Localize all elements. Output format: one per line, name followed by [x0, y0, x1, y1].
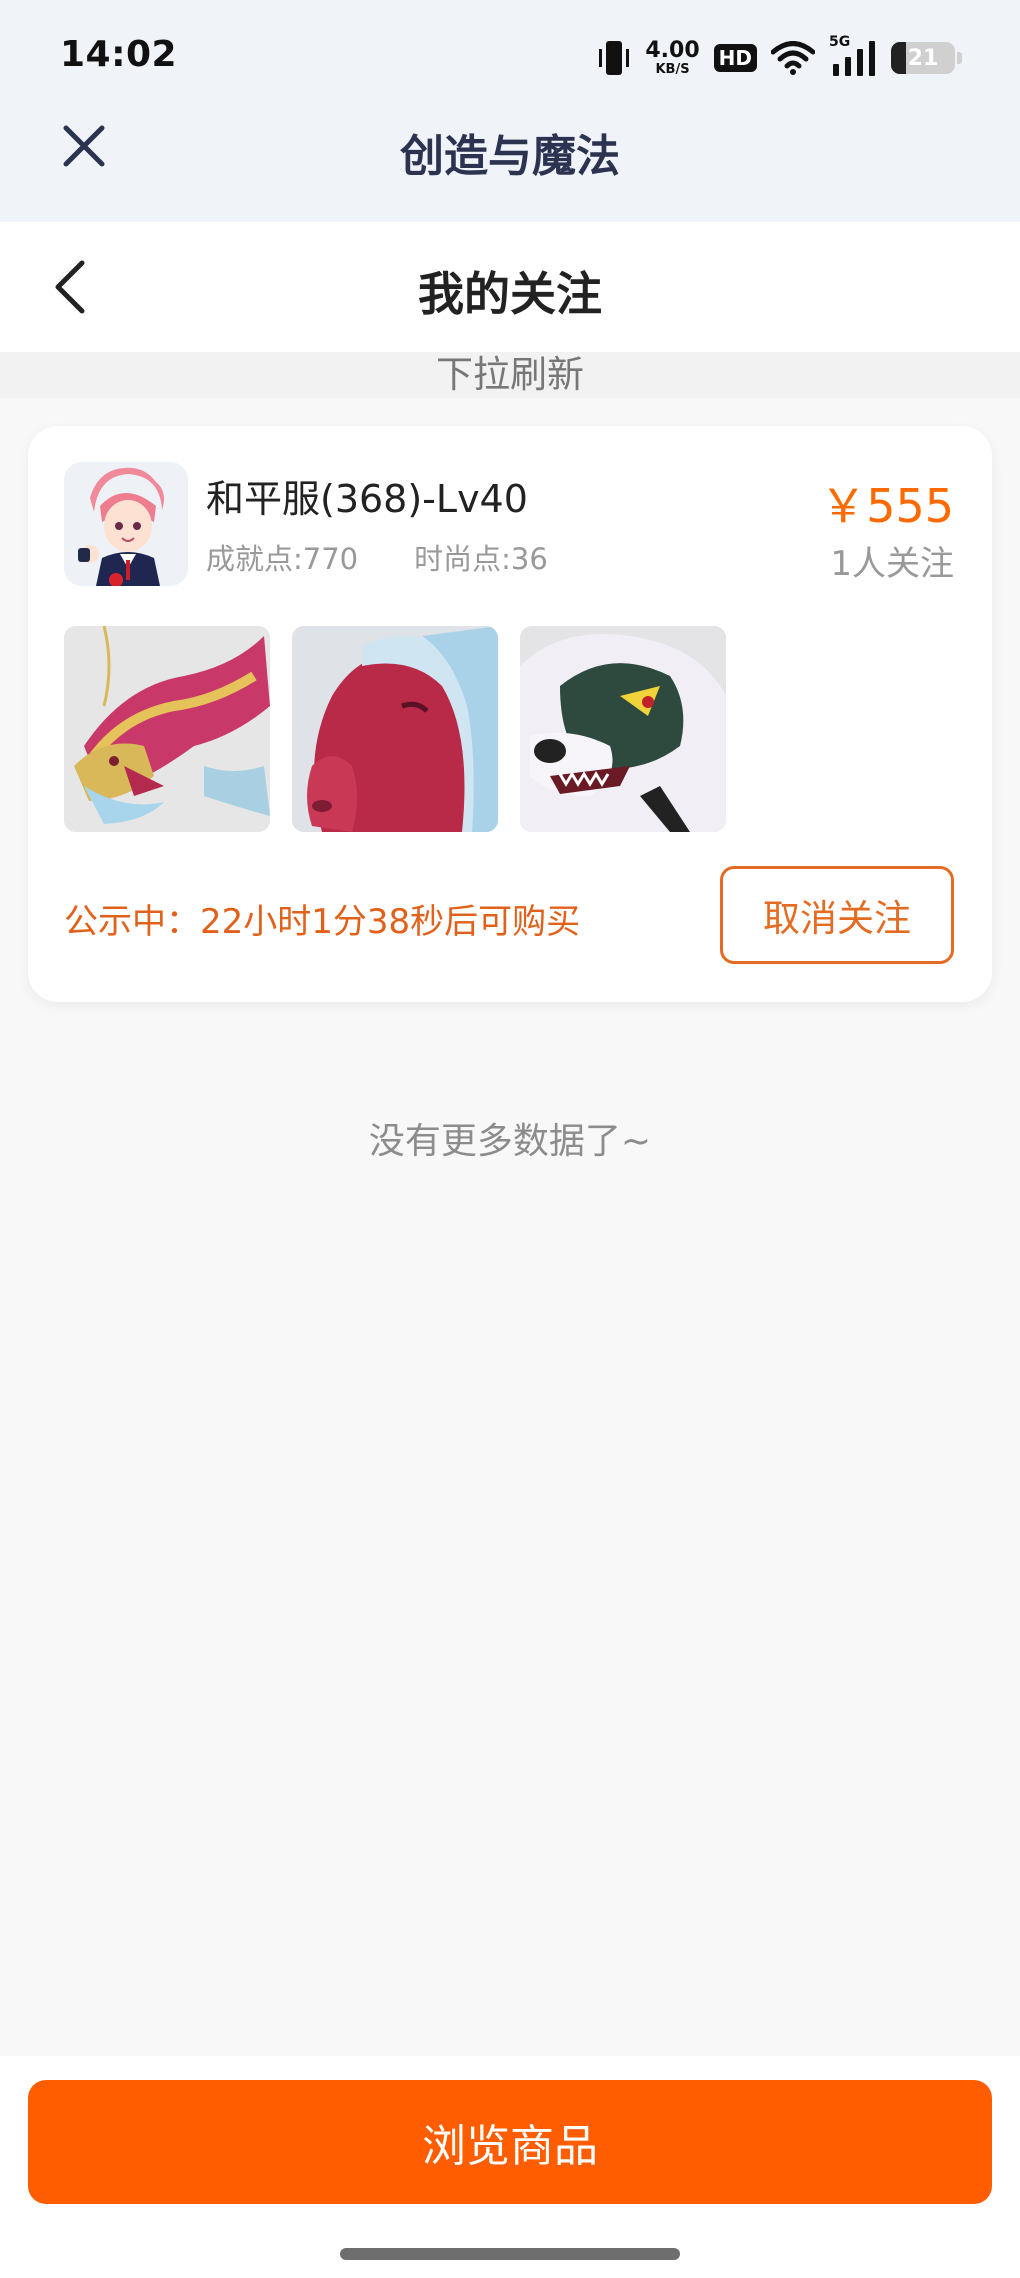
- network-speed-value: 4.00: [645, 38, 700, 63]
- bottom-bar: 浏览商品: [0, 2056, 1020, 2278]
- watchlist-item-card[interactable]: 和平服(368)-Lv40 成就点:770 时尚点:36 ￥555 1人关注 公…: [28, 426, 992, 1002]
- network-speed: 4.00 KB/S: [645, 38, 700, 77]
- home-indicator[interactable]: [340, 2248, 680, 2260]
- app-top-bar: 14:02 4.00 KB/S HD 5G 21 创造与魔法: [0, 0, 1020, 222]
- hd-badge: HD: [713, 44, 757, 72]
- status-time: 14:02: [60, 34, 178, 75]
- unfollow-button[interactable]: 取消关注: [720, 866, 954, 964]
- signal-label: 5G: [829, 34, 851, 50]
- page-header: 我的关注: [0, 222, 1020, 352]
- signal-5g-icon: 5G: [829, 34, 877, 76]
- app-title: 创造与魔法: [400, 131, 620, 182]
- publicity-notice: 公示中：22小时1分38秒后可购买: [64, 902, 581, 942]
- wolf-mount-image[interactable]: [520, 626, 726, 832]
- status-icons: 4.00 KB/S HD 5G 21: [597, 34, 962, 80]
- battery-level: 21: [907, 45, 939, 71]
- network-speed-unit: KB/S: [655, 62, 690, 77]
- browse-products-button[interactable]: 浏览商品: [28, 2080, 992, 2204]
- horse-mount-image[interactable]: [292, 626, 498, 832]
- no-more-data-text: 没有更多数据了~: [368, 1121, 652, 1162]
- achievement-points: 成就点:770: [206, 542, 359, 576]
- item-meta: 成就点:770 时尚点:36: [206, 536, 548, 578]
- page-title: 我的关注: [418, 267, 602, 321]
- battery-cap: [957, 52, 962, 64]
- fashion-points: 时尚点:36: [414, 542, 548, 576]
- item-price: ￥555: [820, 479, 954, 533]
- follower-count: 1人关注: [830, 544, 954, 584]
- character-avatar: [64, 462, 188, 586]
- wifi-icon: [771, 41, 815, 75]
- battery-icon: 21: [891, 42, 955, 74]
- mount-thumbnails: [64, 626, 726, 832]
- vibrate-icon: [597, 39, 631, 77]
- pull-refresh-area: 下拉刷新: [0, 352, 1020, 398]
- dragon-mount-image[interactable]: [64, 626, 270, 832]
- pull-refresh-hint: 下拉刷新: [436, 353, 584, 396]
- item-name: 和平服(368)-Lv40: [206, 477, 528, 521]
